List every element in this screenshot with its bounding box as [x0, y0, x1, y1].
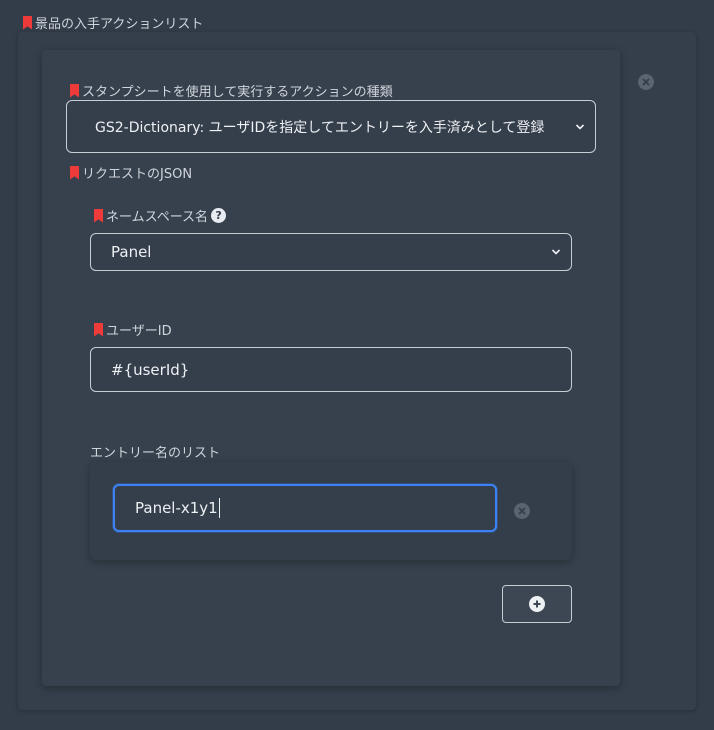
bookmark-icon: [94, 208, 103, 223]
chevron-down-icon: [551, 249, 561, 255]
bookmark-icon: [70, 83, 79, 98]
namespace-value: Panel: [111, 243, 152, 261]
bookmark-icon: [23, 15, 32, 30]
text-cursor: [218, 498, 220, 518]
chevron-down-icon: [575, 123, 585, 130]
action-type-label: スタンプシートを使用して実行するアクションの種類: [70, 81, 393, 100]
user-id-label-text: ユーザーID: [106, 324, 172, 339]
request-json-label-text: リクエストのJSON: [82, 167, 193, 182]
plus-circle-icon: [529, 596, 545, 612]
remove-action-icon[interactable]: [638, 74, 654, 90]
bookmark-icon: [70, 165, 79, 180]
remove-entry-icon[interactable]: [514, 503, 530, 519]
entry-name-value: Panel-x1y1: [135, 499, 218, 517]
bookmark-icon: [94, 322, 103, 337]
entry-names-label: エントリー名のリスト: [90, 442, 220, 461]
user-id-value: #{userId}: [111, 360, 190, 379]
rewards-label-text: 景品の入手アクションリスト: [35, 17, 204, 32]
entry-name-input[interactable]: Panel-x1y1: [113, 484, 497, 532]
namespace-label: ネームスペース名 ?: [94, 206, 227, 225]
action-type-label-text: スタンプシートを使用して実行するアクションの種類: [82, 85, 393, 100]
action-type-select[interactable]: GS2-Dictionary: ユーザIDを指定してエントリーを入手済みとして登…: [66, 100, 596, 153]
namespace-label-text: ネームスペース名: [106, 210, 209, 225]
user-id-label: ユーザーID: [94, 320, 172, 339]
entry-names-label-text: エントリー名のリスト: [90, 446, 221, 461]
question-circle-icon[interactable]: ?: [211, 208, 227, 223]
request-json-label: リクエストのJSON: [70, 163, 192, 182]
action-type-value: GS2-Dictionary: ユーザIDを指定してエントリーを入手済みとして登…: [95, 119, 545, 136]
namespace-select[interactable]: Panel: [90, 233, 572, 271]
rewards-section-label: 景品の入手アクションリスト: [23, 13, 203, 32]
add-entry-button[interactable]: [502, 585, 572, 623]
user-id-input[interactable]: #{userId}: [90, 347, 572, 392]
